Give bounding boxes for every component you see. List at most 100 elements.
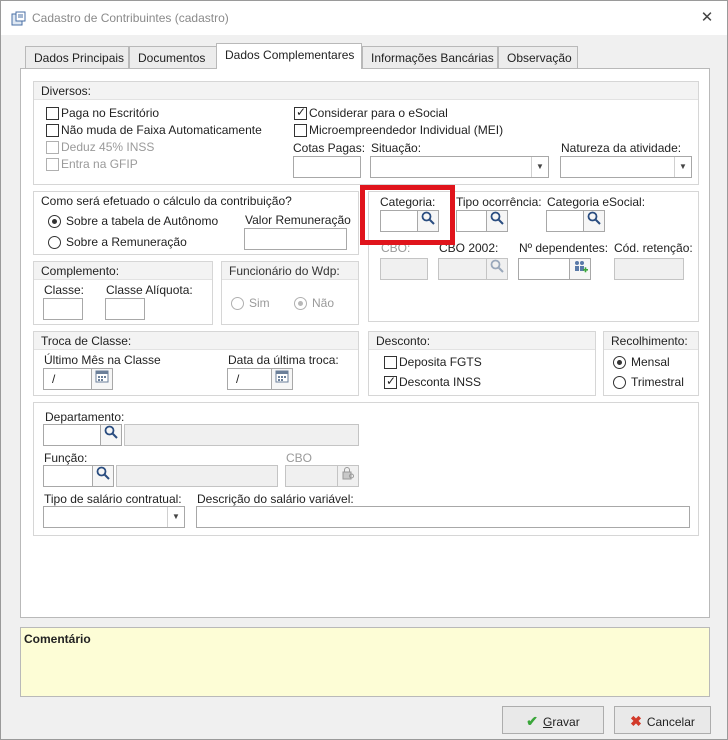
- mensal-label: Mensal: [631, 355, 670, 369]
- cbo2002-search-button[interactable]: [486, 258, 508, 280]
- cotas-pagas-input[interactable]: [293, 156, 361, 178]
- departamento-input[interactable]: [43, 424, 101, 446]
- nao-muda-faixa-label: Não muda de Faixa Automaticamente: [61, 123, 262, 137]
- tab-observacao[interactable]: Observação: [498, 46, 578, 69]
- valor-remuneracao-input[interactable]: [244, 228, 347, 250]
- dependentes-input[interactable]: [518, 258, 570, 280]
- funcao-label: Função:: [44, 451, 88, 465]
- classe-aliquota-input[interactable]: [105, 298, 145, 320]
- funcionario-nao-radio[interactable]: [294, 297, 307, 310]
- funcao-search-button[interactable]: [92, 465, 114, 487]
- natureza-select[interactable]: ▼: [560, 156, 692, 178]
- deposita-fgts-checkbox[interactable]: [384, 356, 397, 369]
- window-title: Cadastro de Contribuintes (cadastro): [32, 11, 229, 25]
- nao-muda-faixa-checkbox[interactable]: [46, 124, 59, 137]
- situacao-select[interactable]: ▼: [370, 156, 549, 178]
- mensal-radio[interactable]: [613, 356, 626, 369]
- people-add-icon: [575, 261, 588, 273]
- cancel-icon: ✖: [630, 713, 642, 729]
- data-troca-label: Data da última troca:: [228, 353, 339, 367]
- remuneracao-label: Sobre a Remuneração: [66, 235, 187, 249]
- categoria-highlight: [360, 185, 455, 245]
- mei-label: Microempreendedor Individual (MEI): [309, 123, 504, 137]
- search-icon: [490, 259, 504, 273]
- tipo-salario-select[interactable]: ▼: [43, 506, 185, 528]
- cancelar-label: Cancelar: [646, 715, 695, 729]
- tipo-ocorrencia-search-button[interactable]: [486, 210, 508, 232]
- descricao-salario-input[interactable]: [196, 506, 690, 528]
- diversos-title: Diversos:: [34, 82, 698, 100]
- ultimo-mes-calendar-button[interactable]: [91, 368, 113, 390]
- cancelar-button[interactable]: ✖ Cancelar: [614, 706, 711, 734]
- departamento-search-button[interactable]: [100, 424, 122, 446]
- entra-gfip-checkbox[interactable]: [46, 158, 59, 171]
- classe-input[interactable]: [43, 298, 83, 320]
- ultimo-mes-input[interactable]: /: [43, 368, 92, 390]
- tipo-ocorrencia-input[interactable]: [456, 210, 487, 232]
- deposita-fgts-label: Deposita FGTS: [399, 355, 482, 369]
- tab-informacoes-bancarias[interactable]: Informações Bancárias: [362, 46, 498, 69]
- calendar-icon: [95, 370, 109, 383]
- categoria-esocial-search-button[interactable]: [583, 210, 605, 232]
- cotas-pagas-label: Cotas Pagas:: [293, 141, 366, 155]
- tab-documentos[interactable]: Documentos: [129, 46, 217, 69]
- categoria-esocial-input[interactable]: [546, 210, 584, 232]
- gravar-label: ravar: [552, 715, 580, 729]
- check-icon: ✓: [386, 374, 397, 388]
- retencao-input[interactable]: [614, 258, 684, 280]
- gravar-hotkey: G: [543, 715, 553, 729]
- autonomo-radio[interactable]: [48, 215, 61, 228]
- dependentes-label: Nº dependentes:: [519, 241, 609, 255]
- cbo2002-input[interactable]: [438, 258, 487, 280]
- cbo-input[interactable]: [380, 258, 428, 280]
- departamento-label: Departamento:: [45, 410, 125, 424]
- data-troca-input[interactable]: /: [227, 368, 272, 390]
- trimestral-radio[interactable]: [613, 376, 626, 389]
- chevron-down-icon[interactable]: ▼: [531, 157, 548, 177]
- funcionario-title: Funcionário do Wdp:: [222, 262, 358, 280]
- entra-gfip-label: Entra na GFIP: [61, 157, 138, 171]
- funcionario-sim-label: Sim: [249, 296, 270, 310]
- paga-escritorio-label: Paga no Escritório: [61, 106, 160, 120]
- chevron-down-icon[interactable]: ▼: [167, 507, 184, 527]
- search-icon: [490, 211, 504, 225]
- funcionario-nao-label: Não: [312, 296, 335, 310]
- desconta-inss-checkbox[interactable]: ✓: [384, 374, 397, 389]
- search-icon: [104, 425, 118, 439]
- recolhimento-title: Recolhimento:: [604, 332, 698, 350]
- cbo-funcao-button[interactable]: [337, 465, 359, 487]
- considerar-esocial-label: Considerar para o eSocial: [309, 106, 448, 120]
- tipo-salario-label: Tipo de salário contratual:: [44, 492, 182, 506]
- check-icon: ✔: [526, 713, 539, 729]
- classe-aliquota-label: Classe Alíquota:: [106, 283, 193, 297]
- remuneracao-radio[interactable]: [48, 236, 61, 249]
- tab-dados-complementares[interactable]: Dados Complementares: [216, 43, 362, 69]
- lock-search-icon: [342, 467, 354, 480]
- considerar-esocial-checkbox[interactable]: ✓: [294, 105, 307, 120]
- mei-checkbox[interactable]: [294, 124, 307, 137]
- funcao-descricao: [116, 465, 278, 487]
- funcionario-sim-radio[interactable]: [231, 297, 244, 310]
- chevron-down-icon[interactable]: ▼: [674, 157, 691, 177]
- check-icon: ✓: [296, 105, 307, 119]
- classe-label: Classe:: [44, 283, 85, 297]
- tab-dados-principais[interactable]: Dados Principais: [25, 46, 129, 69]
- categoria-esocial-label: Categoria eSocial:: [547, 195, 646, 209]
- funcao-input[interactable]: [43, 465, 93, 487]
- app-icon: [11, 11, 26, 26]
- paga-escritorio-checkbox[interactable]: [46, 107, 59, 120]
- gravar-button[interactable]: ✔ Gravar: [502, 706, 604, 734]
- cbo-funcao-input: [285, 465, 338, 487]
- trimestral-label: Trimestral: [631, 375, 684, 389]
- dependentes-button[interactable]: [569, 258, 591, 280]
- deduz-inss-checkbox[interactable]: [46, 141, 59, 154]
- title-bar: Cadastro de Contribuintes (cadastro) ✕: [1, 1, 727, 35]
- comentario-area[interactable]: Comentário: [20, 627, 710, 697]
- data-troca-calendar-button[interactable]: [271, 368, 293, 390]
- departamento-descricao: [124, 424, 359, 446]
- desconto-title: Desconto:: [369, 332, 595, 350]
- close-icon[interactable]: ✕: [698, 9, 716, 27]
- ultimo-mes-label: Último Mês na Classe: [44, 353, 161, 367]
- troca-title: Troca de Classe:: [34, 332, 358, 350]
- retencao-label: Cód. retenção:: [614, 241, 693, 255]
